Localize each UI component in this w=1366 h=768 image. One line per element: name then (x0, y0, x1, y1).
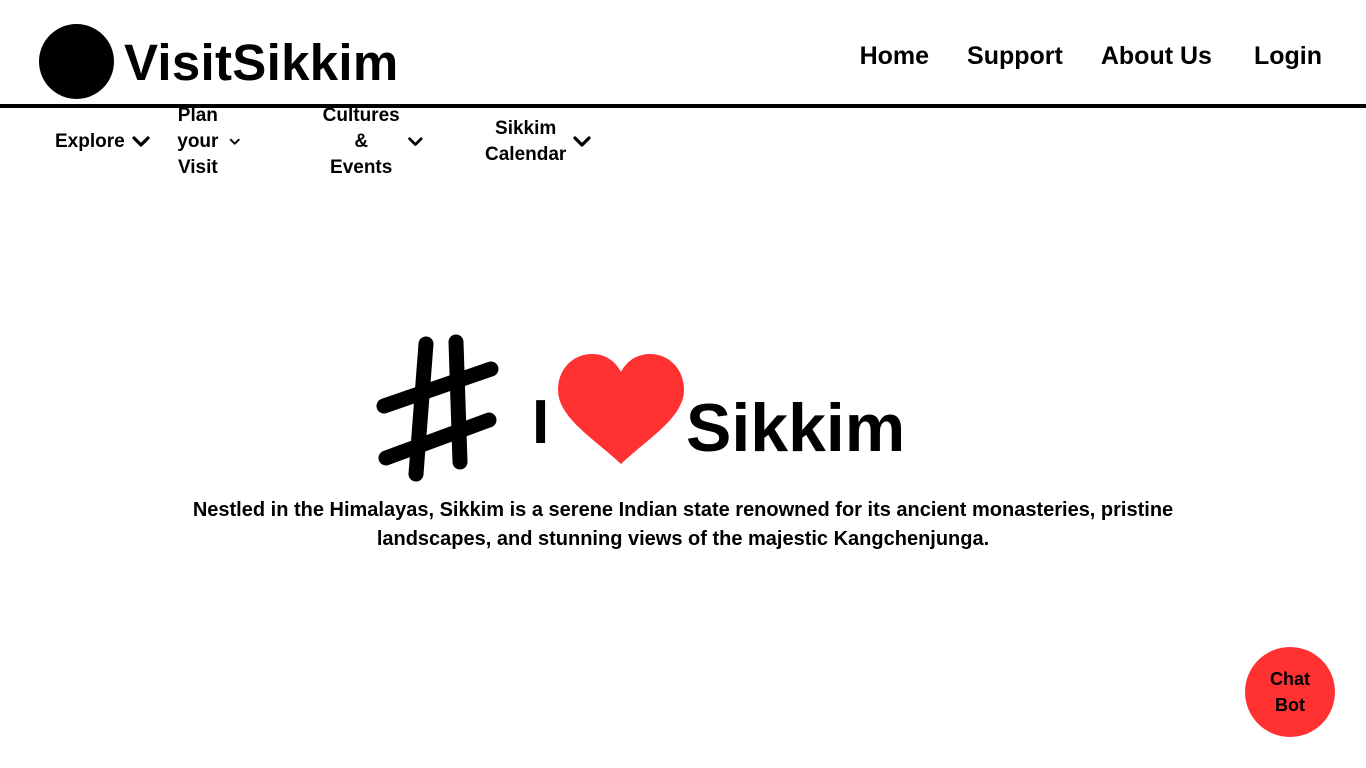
subnav-plan-label: Plan your Visit (173, 103, 223, 181)
subnav-cultures-label-line1: Cultures & (322, 105, 400, 152)
chatbot-label-line2: Bot (1275, 695, 1305, 715)
subnav-cultures-events[interactable]: Cultures & Events (321, 105, 424, 178)
header: VisitSikkim Home Support About Us Login (0, 0, 1366, 104)
chevron-down-icon (408, 137, 423, 146)
subnav-explore[interactable]: Explore (55, 112, 151, 172)
brand-title[interactable]: VisitSikkim (124, 30, 399, 96)
hero-sikkim-word: Sikkim (686, 390, 906, 466)
chatbot-label-line1: Chat (1270, 669, 1310, 689)
subnav-cultures-label: Cultures & Events (321, 103, 401, 181)
subnav-calendar-label-line1: Sikkim (495, 118, 557, 139)
hero-letter: I (532, 388, 550, 457)
chatbot-label: Chat Bot (1270, 666, 1310, 718)
subnav-calendar-label: Sikkim Calendar (485, 116, 566, 168)
chatbot-button[interactable]: Chat Bot (1245, 647, 1335, 737)
logo-icon[interactable] (39, 24, 114, 99)
subnav-explore-label: Explore (55, 131, 125, 152)
hero-description: Nestled in the Himalayas, Sikkim is a se… (192, 499, 1174, 550)
chevron-down-icon (573, 136, 591, 147)
subnav-calendar-label-line2: Calendar (485, 144, 567, 165)
heart-icon (558, 354, 684, 464)
nav-about-link[interactable]: About Us (1101, 38, 1212, 74)
top-navigation: Home Support About Us Login (860, 38, 1322, 74)
subnav-sikkim-calendar[interactable]: Sikkim Calendar (485, 112, 592, 172)
subnav-plan-label-line1: Plan your (177, 105, 219, 152)
subnav-cultures-label-line2: Events (330, 157, 393, 178)
hashtag-icon (376, 334, 499, 482)
subnav-plan-your-visit[interactable]: Plan your Visit (173, 105, 240, 178)
chevron-down-icon (229, 138, 240, 145)
chevron-down-icon (132, 136, 150, 147)
nav-login-link[interactable]: Login (1254, 38, 1322, 74)
subnav-plan-label-line2: Visit (177, 157, 218, 178)
nav-home-link[interactable]: Home (860, 38, 929, 74)
nav-support-link[interactable]: Support (967, 38, 1063, 74)
